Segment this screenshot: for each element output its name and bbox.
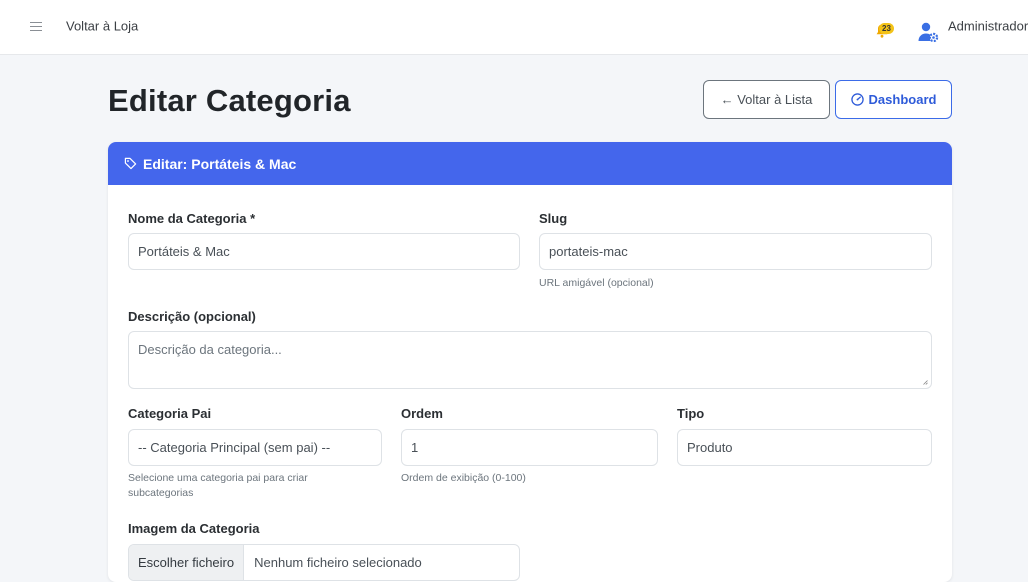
back-to-list-button[interactable]: ← Voltar à Lista <box>703 80 830 119</box>
dashboard-button[interactable]: Dashboard <box>835 80 952 119</box>
notification-badge: 23 <box>879 23 894 34</box>
card-header-title: Editar: Portáteis & Mac <box>143 155 297 172</box>
description-textarea[interactable]: Descrição da categoria... <box>128 331 932 389</box>
image-file-input[interactable]: Escolher ficheiro Nenhum ficheiro seleci… <box>128 544 520 581</box>
slug-input[interactable]: portateis-mac <box>539 233 932 270</box>
description-label: Descrição (opcional) <box>128 309 256 324</box>
edit-category-card: Editar: Portáteis & Mac Nome da Categori… <box>108 142 952 582</box>
resize-grip-icon[interactable] <box>922 379 928 385</box>
page-title: Editar Categoria <box>108 83 351 118</box>
order-label: Ordem <box>401 406 443 421</box>
order-input[interactable]: 1 <box>401 429 658 466</box>
type-select[interactable]: Produto <box>677 429 932 466</box>
name-input[interactable]: Portáteis & Mac <box>128 233 520 270</box>
top-navbar: Voltar à Loja 23 Administrador <box>0 0 1028 55</box>
user-name[interactable]: Administrador <box>948 19 1028 34</box>
tag-icon <box>124 157 137 170</box>
slug-label: Slug <box>539 211 568 226</box>
gauge-icon <box>850 93 864 106</box>
dashboard-button-label: Dashboard <box>868 92 937 107</box>
name-label: Nome da Categoria * <box>128 211 256 226</box>
card-header: Editar: Portáteis & Mac <box>108 142 952 185</box>
type-label: Tipo <box>677 406 705 421</box>
choose-file-button[interactable]: Escolher ficheiro <box>129 545 245 580</box>
parent-category-help: Selecione uma categoria pai para criar s… <box>128 472 308 499</box>
file-status: Nenhum ficheiro selecionado <box>254 555 422 570</box>
parent-category-label: Categoria Pai <box>128 406 212 421</box>
user-gear-icon[interactable] <box>917 21 939 43</box>
parent-category-select[interactable]: -- Categoria Principal (sem pai) -- <box>128 429 382 466</box>
image-label: Imagem da Categoria <box>128 521 260 536</box>
back-to-store-link[interactable]: Voltar à Loja <box>66 19 138 34</box>
slug-help: URL amigável (opcional) <box>539 277 654 289</box>
order-help: Ordem de exibição (0-100) <box>401 472 526 484</box>
description-placeholder: Descrição da categoria... <box>138 342 282 357</box>
menu-toggle-icon[interactable] <box>30 22 42 32</box>
